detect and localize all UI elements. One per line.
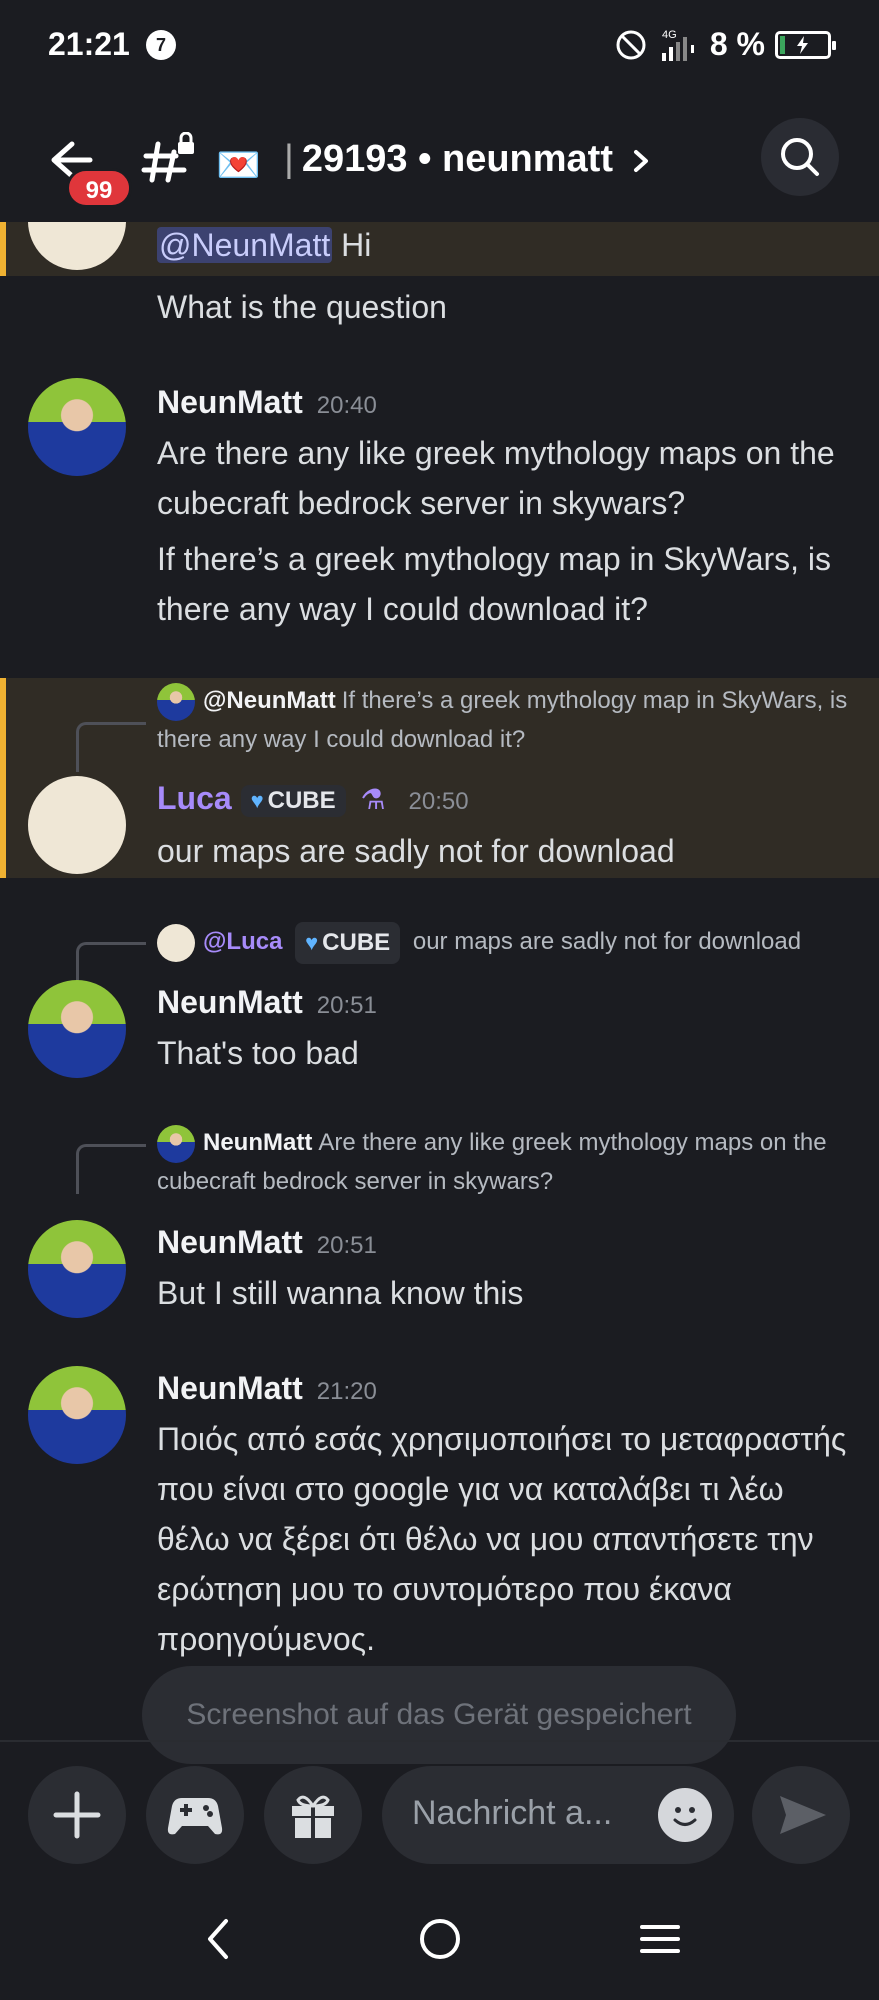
- message-author[interactable]: NeunMatt 20:51: [157, 1224, 377, 1261]
- channel-sub: neunmatt: [441, 138, 613, 180]
- envelope-icon: 💌: [216, 144, 261, 185]
- message-text: If there’s a greek mythology map in SkyW…: [157, 541, 832, 627]
- gift-button[interactable]: [264, 1766, 362, 1864]
- message-input-placeholder: Nachricht a...: [412, 1794, 613, 1832]
- emoji-icon: [673, 1807, 697, 1826]
- gamepad-icon: [167, 1798, 223, 1835]
- potion-icon: ⚗: [360, 784, 386, 815]
- message-author[interactable]: NeunMatt 20:40: [157, 384, 377, 421]
- message-text: That's too bad: [157, 1035, 359, 1071]
- guild-tag: ♥ CUBE: [295, 922, 401, 964]
- gift-icon: [292, 1795, 334, 1838]
- message-text: But I still wanna know this: [157, 1275, 524, 1311]
- system-nav-bar: [0, 1895, 879, 1995]
- channel-name: 29193: [301, 138, 408, 180]
- reply-preview[interactable]: NeunMatt Are there any like greek mytholo…: [157, 1124, 857, 1201]
- channel-hash-icon: [141, 132, 194, 183]
- reply-preview[interactable]: @Luca ♥ CUBE our maps are sadly not for d…: [157, 922, 857, 964]
- chevron-right-icon: [633, 149, 648, 172]
- avatar[interactable]: [28, 1220, 126, 1318]
- battery-icon: [775, 30, 836, 59]
- network-type: 4G: [662, 29, 677, 41]
- reply-avatar: [157, 682, 195, 721]
- avatar[interactable]: [28, 378, 126, 476]
- plus-icon: [53, 1791, 101, 1839]
- status-bar: 21:21 7 4G 8 %: [0, 0, 879, 90]
- reply-avatar: [157, 924, 195, 962]
- message-input[interactable]: Nachricht a...: [382, 1766, 734, 1864]
- message-text: Ποιός από εσάς χρησιμοποιήσει το μεταφρα…: [157, 1421, 847, 1657]
- channel-title[interactable]: | 29193 • neunmatt: [284, 138, 652, 181]
- signal-icon: 4G: [661, 29, 694, 61]
- notification-bubble-icon: 7: [146, 30, 176, 60]
- message-timestamp: 20:40: [316, 392, 377, 419]
- user-mention[interactable]: @NeunMatt: [157, 227, 333, 263]
- heart-icon: ♥: [250, 787, 264, 813]
- reply-avatar: [157, 1124, 195, 1163]
- title-separator: •: [418, 138, 432, 180]
- message-timestamp: 20:50: [408, 788, 469, 815]
- message-text: our maps are sadly not for download: [157, 833, 675, 869]
- screenshot-toast: Screenshot auf das Gerät gespeichert: [142, 1666, 736, 1764]
- avatar[interactable]: [28, 776, 126, 874]
- message-text: What is the question: [157, 289, 447, 325]
- message-list[interactable]: @NeunMatt Hi What is the question NeunMa…: [0, 222, 879, 1742]
- avatar[interactable]: [28, 980, 126, 1078]
- do-not-disturb-icon: [616, 30, 646, 59]
- heart-icon: ♥: [305, 930, 319, 955]
- reply-connector: [76, 1144, 146, 1194]
- status-time: 21:21: [48, 26, 130, 62]
- message-composer: Nachricht a...: [0, 1766, 879, 1866]
- guild-tag: ♥ CUBE: [240, 784, 346, 817]
- search-icon: [781, 138, 819, 176]
- send-button[interactable]: [752, 1766, 850, 1864]
- title-divider: |: [284, 138, 294, 180]
- message-timestamp: 20:51: [316, 992, 377, 1019]
- message-author[interactable]: Luca ♥ CUBE ⚗ 20:50: [157, 780, 469, 817]
- message-author[interactable]: NeunMatt 20:51: [157, 984, 377, 1021]
- message-timestamp: 21:20: [316, 1378, 377, 1405]
- reply-preview[interactable]: @NeunMatt If there’s a greek mythology ma…: [157, 682, 857, 759]
- status-icons: 4G 8 %: [614, 26, 836, 63]
- send-icon: [780, 1796, 826, 1834]
- message-author[interactable]: NeunMatt 21:20: [157, 1370, 377, 1407]
- nav-home-icon[interactable]: [416, 1915, 464, 1963]
- channel-header: 99 💌 | 29193 • neunmatt: [0, 110, 879, 220]
- message-text: @NeunMatt Hi: [157, 227, 372, 263]
- message-timestamp: 20:51: [316, 1232, 377, 1259]
- avatar[interactable]: [28, 1366, 126, 1464]
- search-button[interactable]: [761, 118, 839, 196]
- nav-back-icon[interactable]: [196, 1915, 244, 1963]
- emoji-button[interactable]: [658, 1788, 712, 1842]
- composer-divider: [0, 1740, 879, 1742]
- unread-badge: 99: [66, 168, 132, 208]
- battery-percent: 8 %: [709, 26, 765, 62]
- add-attachment-button[interactable]: [28, 1766, 126, 1864]
- nav-menu-icon[interactable]: [636, 1915, 684, 1963]
- activities-button[interactable]: [146, 1766, 244, 1864]
- message-text: Are there any like greek mythology maps …: [157, 435, 835, 521]
- reply-connector: [76, 722, 146, 772]
